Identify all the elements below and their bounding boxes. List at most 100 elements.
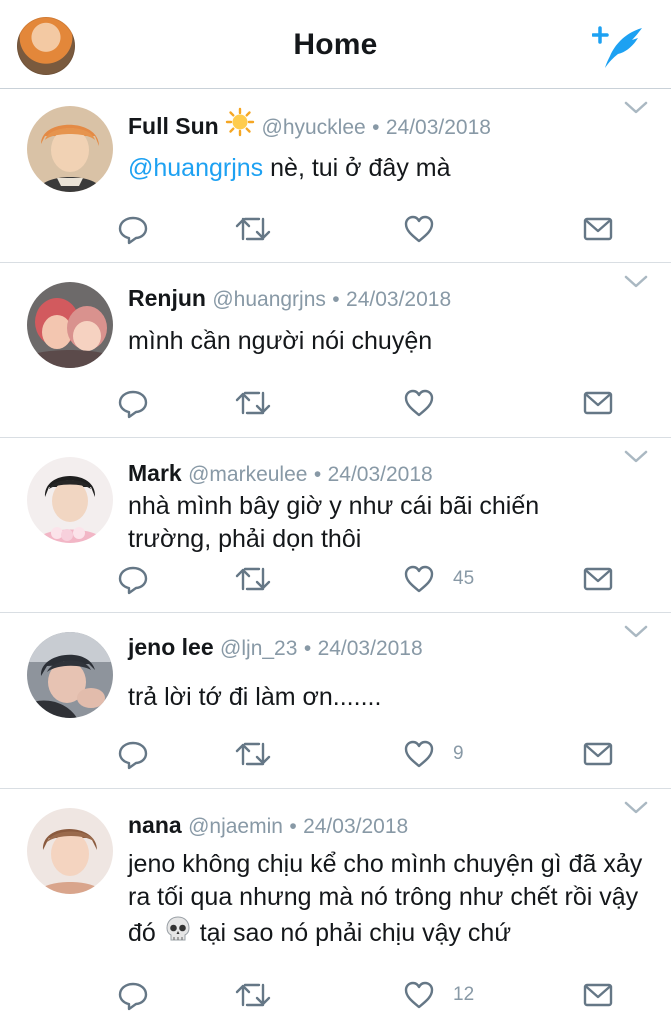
like-count: 12 [453,984,475,1005]
retweet-button[interactable] [235,736,271,772]
retweet-icon [235,387,271,419]
reply-button[interactable] [117,977,149,1013]
tweet-actions [0,385,671,421]
like-button[interactable]: 9 [403,736,464,772]
avatar[interactable] [27,457,113,543]
retweet-button[interactable] [235,211,271,247]
like-count: 45 [453,568,475,589]
tweet-header: Renjun @huangrjns • 24/03/2018 [128,285,451,312]
message-icon [582,979,614,1011]
reply-icon [117,738,149,770]
skull-emoji [163,914,193,953]
display-name[interactable]: nana [128,812,182,838]
message-button[interactable] [582,977,614,1013]
timestamp[interactable]: 24/03/2018 [328,463,433,486]
separator-dot: • [289,815,297,838]
chevron-down-icon[interactable] [624,624,648,640]
tweet[interactable]: nana @njaemin • 24/03/2018 jeno không ch… [0,788,671,1024]
avatar[interactable] [27,808,113,894]
chevron-down-icon[interactable] [624,100,648,116]
handle[interactable]: @hyucklee [262,116,366,139]
tweet-header: Full Sun @hyucklee • 24/03/2018 [128,107,491,143]
tweet[interactable]: Mark @markeulee • 24/03/2018 nhà mình bâ… [0,437,671,613]
tweet-header: Mark @markeulee • 24/03/2018 [128,460,433,487]
like-icon [403,563,435,595]
tweet-text: trả lời tớ đi làm ơn....... [128,683,382,711]
display-name[interactable]: jeno lee [128,634,214,660]
tweet-text: mình cần người nói chuyện [128,327,433,355]
avatar[interactable] [27,282,113,368]
like-count: 9 [453,743,464,764]
tweet-text-body: nè, tui ở đây mà [263,154,451,182]
avatar[interactable] [27,106,113,192]
handle[interactable]: @ljn_23 [220,637,297,660]
message-icon [582,387,614,419]
message-icon [582,213,614,245]
tweet[interactable]: jeno lee @ljn_23 • 24/03/2018 trả lời tớ… [0,612,671,789]
page-title: Home [293,28,378,61]
message-button[interactable] [582,385,614,421]
retweet-button[interactable] [235,385,271,421]
reply-button[interactable] [117,385,149,421]
display-name[interactable]: Renjun [128,285,206,311]
timestamp[interactable]: 24/03/2018 [318,637,423,660]
like-button[interactable]: 12 [403,977,474,1013]
sun-emoji [225,107,255,143]
tweet[interactable]: Renjun @huangrjns • 24/03/2018 mình cần … [0,262,671,438]
chevron-down-icon[interactable] [624,449,648,465]
reply-icon [117,213,149,245]
tweet-header: jeno lee @ljn_23 • 24/03/2018 [128,634,423,661]
separator-dot: • [372,116,380,139]
message-icon [582,738,614,770]
message-button[interactable] [582,736,614,772]
tweet[interactable]: Full Sun @hyucklee • 24/03/2018 @huangrj… [0,88,671,263]
like-icon [403,738,435,770]
separator-dot: • [332,288,340,311]
compose-icon[interactable] [591,24,644,70]
retweet-icon [235,738,271,770]
like-button[interactable] [403,211,435,247]
tweet-text: @huangrjns nè, tui ở đây mà [128,152,658,185]
reply-icon [117,387,149,419]
like-icon [403,213,435,245]
message-icon [582,563,614,595]
tweet-actions: 9 [0,736,671,772]
handle[interactable]: @markeulee [188,463,307,486]
tweet-text: nhà mình bây giờ y như cái bãi chiến trư… [128,492,540,553]
timestamp[interactable]: 24/03/2018 [386,116,491,139]
like-button[interactable] [403,385,435,421]
reply-button[interactable] [117,736,149,772]
retweet-icon [235,979,271,1011]
timestamp[interactable]: 24/03/2018 [303,815,408,838]
separator-dot: • [313,463,322,486]
like-icon [403,979,435,1011]
tweet-text-part: tại sao nó phải chịu vậy chứ [192,919,512,947]
display-name[interactable]: Full Sun [128,113,219,139]
like-icon [403,387,435,419]
display-name[interactable]: Mark [128,460,182,486]
separator-dot: • [303,637,312,660]
top-bar: Home [0,0,671,89]
tweet-text: jeno không chịu kể cho mình chuyện gì đã… [128,848,653,953]
tweet-actions: 12 [0,977,671,1013]
chevron-down-icon[interactable] [624,800,648,816]
like-button[interactable]: 45 [403,561,474,597]
reply-icon [117,979,149,1011]
tweet-header: nana @njaemin • 24/03/2018 [128,812,408,839]
timestamp[interactable]: 24/03/2018 [346,288,451,311]
chevron-down-icon[interactable] [624,274,648,290]
reply-button[interactable] [117,561,149,597]
retweet-icon [235,563,271,595]
reply-button[interactable] [117,211,149,247]
message-button[interactable] [582,211,614,247]
handle[interactable]: @huangrjns [212,288,326,311]
retweet-button[interactable] [235,561,271,597]
avatar[interactable] [27,632,113,718]
tweet-actions: 45 [0,561,671,597]
reply-icon [117,563,149,595]
retweet-button[interactable] [235,977,271,1013]
message-button[interactable] [582,561,614,597]
mention-link[interactable]: @huangrjns [128,154,263,182]
tweet-actions [0,211,671,247]
handle[interactable]: @njaemin [188,815,283,838]
